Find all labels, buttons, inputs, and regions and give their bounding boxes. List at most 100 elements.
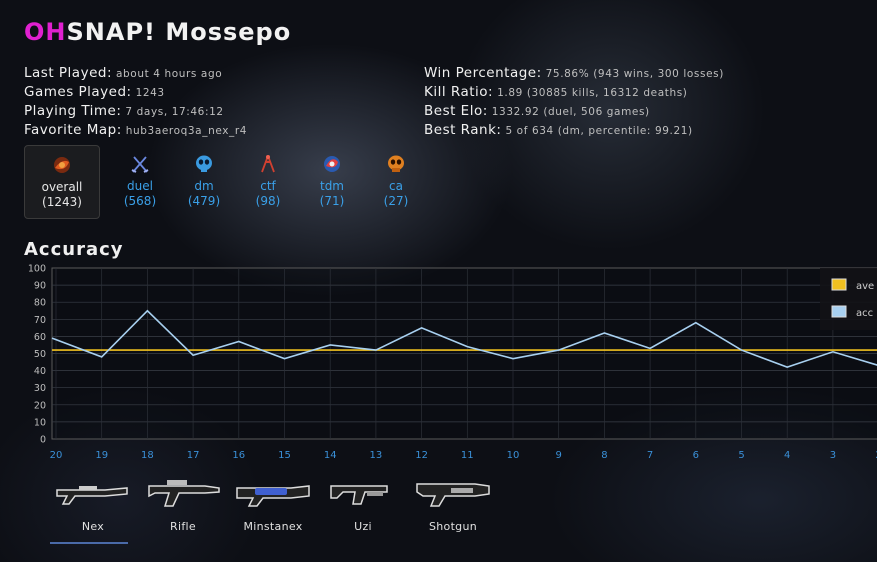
mode-tab-ctf[interactable]: ctf (98) [238, 145, 298, 219]
duel-icon [110, 153, 170, 177]
chart-legend: ave acc [820, 268, 877, 330]
y-tick-label: 0 [40, 435, 46, 446]
x-tick-label: 6 [693, 450, 699, 461]
stat-label: Playing Time: [24, 103, 122, 119]
stat-label: Win Percentage: [424, 65, 542, 81]
stat-value: 1243 [135, 87, 165, 99]
x-tick-label: 18 [141, 450, 154, 461]
weapon-label: Shotgun [428, 520, 478, 533]
stats-left: Last Played: about 4 hours ago Games Play… [24, 64, 247, 140]
mode-tab-dm[interactable]: dm (479) [174, 145, 234, 219]
x-tick-label: 4 [784, 450, 790, 461]
x-tick-label: 10 [507, 450, 520, 461]
x-tick-label: 16 [232, 450, 245, 461]
weapon-tabs: Nex Rifle Minstanex Uzi Shotgun [48, 474, 498, 544]
y-tick-label: 50 [34, 349, 46, 360]
weapon-tab-nex[interactable]: Nex [48, 474, 138, 544]
legend-swatch-ave [831, 278, 847, 291]
weapon-label: Minstanex [243, 520, 303, 533]
mode-tab-duel[interactable]: duel (568) [110, 145, 170, 219]
y-axis-ticks: 0 10 20 30 40 50 60 70 80 90 100 [28, 264, 46, 446]
mode-tab-overall[interactable]: overall (1243) [24, 145, 100, 219]
mode-name: ctf [260, 179, 276, 193]
weapon-tab-rifle[interactable]: Rifle [138, 474, 228, 533]
mode-count: (1243) [42, 195, 82, 209]
x-tick-label: 7 [647, 450, 653, 461]
x-tick-label: 8 [601, 450, 607, 461]
mode-count: (568) [123, 194, 157, 208]
minstanex-icon [228, 474, 318, 510]
x-tick-label: 3 [830, 450, 836, 461]
x-tick-label: 20 [50, 450, 63, 461]
stat-playing-time: Playing Time: 7 days, 17:46:12 [24, 102, 247, 121]
accuracy-title: Accuracy [24, 239, 124, 260]
x-tick-label: 5 [738, 450, 744, 461]
x-tick-label: 11 [461, 450, 474, 461]
weapon-label: Rifle [170, 520, 196, 533]
nex-icon [48, 474, 138, 510]
tdm-icon [302, 153, 362, 177]
y-tick-label: 100 [28, 264, 46, 275]
mode-name: overall [41, 180, 83, 194]
stat-label: Games Played: [24, 84, 132, 100]
stat-value: 1332.92 (duel, 506 games) [491, 106, 650, 118]
legend-box [820, 268, 877, 330]
stats-right: Win Percentage: 75.86% (943 wins, 300 los… [424, 64, 724, 140]
y-tick-label: 60 [34, 332, 46, 343]
stat-value: 5 of 634 (dm, percentile: 99.21) [505, 125, 693, 137]
stat-value: 75.86% (943 wins, 300 losses) [545, 68, 724, 80]
mode-count: (27) [383, 194, 409, 208]
mode-tab-ca[interactable]: ca (27) [366, 145, 426, 219]
x-tick-label: 17 [187, 450, 200, 461]
dm-icon [174, 153, 234, 177]
stat-last-played: Last Played: about 4 hours ago [24, 64, 247, 83]
mode-count: (71) [319, 194, 345, 208]
mode-tab-tdm[interactable]: tdm (71) [302, 145, 362, 219]
mode-name: tdm [319, 179, 344, 193]
stat-kill-ratio: Kill Ratio: 1.89 (30885 kills, 16312 deat… [424, 83, 724, 102]
overall-icon [25, 154, 99, 178]
y-tick-label: 10 [34, 417, 46, 428]
stat-value: 1.89 (30885 kills, 16312 deaths) [497, 87, 688, 99]
mode-name: ca [389, 179, 403, 193]
y-tick-label: 30 [34, 383, 46, 394]
x-tick-label: 15 [278, 450, 291, 461]
game-mode-tabs: overall (1243) duel (568) dm (479) ctf (… [24, 145, 430, 219]
stat-value: 7 days, 17:46:12 [125, 106, 224, 118]
weapon-tab-uzi[interactable]: Uzi [318, 474, 408, 533]
accuracy-chart: 0 10 20 30 40 50 60 70 80 90 100 20 19 18 17 16 15 14 13 1… [28, 264, 877, 461]
brand-prefix: OH [24, 18, 67, 46]
legend-label-acc: acc [856, 308, 873, 319]
stat-favorite-map: Favorite Map: hub3aeroq3a_nex_r4 [24, 121, 247, 140]
stat-label: Best Elo: [424, 103, 488, 119]
x-tick-label: 12 [415, 450, 428, 461]
page-title: OHSNAP! Mossepo [24, 18, 291, 46]
ctf-icon [238, 153, 298, 177]
stat-label: Last Played: [24, 65, 112, 81]
rifle-icon [138, 474, 228, 510]
stat-label: Kill Ratio: [424, 84, 494, 100]
weapon-label: Nex [81, 520, 105, 533]
x-tick-label: 19 [95, 450, 108, 461]
stat-win-percentage: Win Percentage: 75.86% (943 wins, 300 los… [424, 64, 724, 83]
player-name: SNAP! Mossepo [66, 18, 292, 46]
mode-name: dm [194, 179, 214, 193]
mode-count: (98) [255, 194, 281, 208]
stat-value: about 4 hours ago [116, 68, 223, 80]
y-tick-label: 40 [34, 366, 46, 377]
y-tick-label: 20 [34, 400, 46, 411]
weapon-tab-shotgun[interactable]: Shotgun [408, 474, 498, 533]
weapon-tab-minstanex[interactable]: Minstanex [228, 474, 318, 533]
stat-label: Favorite Map: [24, 122, 122, 138]
legend-label-ave: ave [856, 281, 874, 292]
shotgun-icon [408, 474, 498, 510]
x-tick-label: 14 [324, 450, 337, 461]
x-tick-label: 13 [370, 450, 383, 461]
stat-games-played: Games Played: 1243 [24, 83, 247, 102]
y-tick-label: 80 [34, 298, 46, 309]
legend-swatch-acc [831, 305, 847, 318]
mode-name: duel [127, 179, 153, 193]
y-tick-label: 90 [34, 281, 46, 292]
x-tick-label: 9 [556, 450, 562, 461]
stat-best-rank: Best Rank: 5 of 634 (dm, percentile: 99.2… [424, 121, 724, 140]
